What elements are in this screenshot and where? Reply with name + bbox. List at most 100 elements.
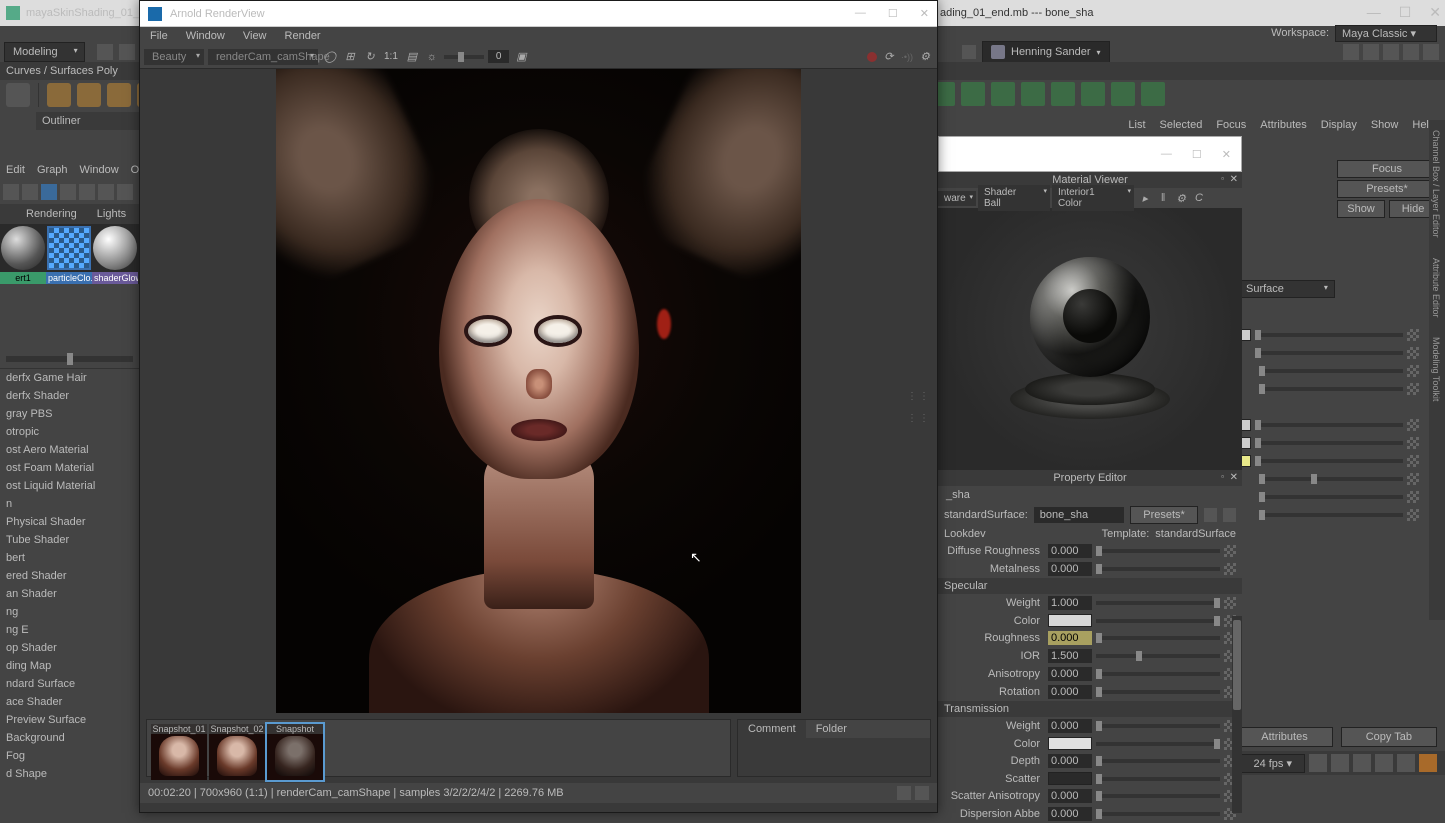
base-value-field[interactable]: 0.000 [1048, 544, 1092, 558]
fps-display[interactable]: 24 fps ▾ [1240, 754, 1305, 773]
swatch-size-slider[interactable] [6, 356, 133, 362]
hs-menu-edit[interactable]: Edit [6, 164, 25, 176]
attr-slider-3[interactable] [1259, 369, 1403, 373]
toolbar-icon-2[interactable] [1363, 44, 1379, 60]
attr-menu-focus[interactable]: Focus [1216, 119, 1246, 131]
edit-icon-3[interactable] [961, 82, 985, 106]
specular-value-field[interactable]: 0.000 [1048, 667, 1092, 681]
base-slider[interactable] [1096, 567, 1220, 571]
specular-slider[interactable] [1096, 636, 1220, 640]
timeline-icon-4[interactable] [1375, 754, 1393, 772]
material-list-item[interactable]: Preview Surface [0, 711, 139, 729]
material-list-item[interactable]: an Shader [0, 585, 139, 603]
material-list-item[interactable]: bert [0, 549, 139, 567]
swatch-shaderglow[interactable]: shaderGlow1 [92, 224, 138, 284]
maya-close-button[interactable]: ✕ [1429, 4, 1441, 21]
focus-button[interactable]: Focus [1337, 160, 1437, 178]
hs-tab-lights[interactable]: Lights [97, 208, 126, 220]
arv-titlebar[interactable]: Arnold RenderView — ☐ ✕ [140, 1, 937, 27]
map-button-4[interactable] [1407, 383, 1419, 395]
map-button-5[interactable] [1407, 419, 1419, 431]
arv-menu-render[interactable]: Render [285, 30, 321, 42]
attr-slider-4[interactable] [1259, 387, 1403, 391]
arv-status-dd-icon[interactable] [915, 786, 929, 800]
mv-popout-icon[interactable]: ▫ [1221, 174, 1224, 183]
specular-value-field[interactable]: 0.000 [1048, 685, 1092, 699]
maya-minimize-button[interactable]: — [1367, 4, 1381, 21]
edit-icon-6[interactable] [1051, 82, 1075, 106]
base-value-field[interactable]: 0.000 [1048, 562, 1092, 576]
swatch-particlecloud[interactable]: particleClo... [46, 224, 92, 284]
arv-pick-icon[interactable]: ▤ [404, 49, 420, 65]
user-dropdown[interactable]: Henning Sander ▾ [982, 41, 1110, 63]
transmission-value-field[interactable]: 0.000 [1048, 807, 1092, 821]
arv-menu-file[interactable]: File [150, 30, 168, 42]
material-list-item[interactable]: Fog [0, 747, 139, 765]
shelf-primitive-3-icon[interactable] [107, 83, 131, 107]
presets-button[interactable]: Presets* [1337, 180, 1437, 198]
material-list-item[interactable]: Tube Shader [0, 531, 139, 549]
edit-icon-4[interactable] [991, 82, 1015, 106]
material-list-item[interactable]: ding Map [0, 657, 139, 675]
mv-geometry-dropdown[interactable]: Shader Ball [978, 185, 1050, 211]
edit-icon-5[interactable] [1021, 82, 1045, 106]
arv-aov-dropdown[interactable]: Beauty [144, 49, 204, 65]
fw-maximize-button[interactable]: ☐ [1192, 148, 1202, 161]
attr-slider-10[interactable] [1259, 513, 1403, 517]
toolbar-icon-4[interactable] [1403, 44, 1419, 60]
arv-menu-window[interactable]: Window [186, 30, 225, 42]
specular-section-header[interactable]: Specular [938, 578, 1242, 594]
attr-slider-5[interactable] [1255, 423, 1403, 427]
arv-refresh-icon[interactable]: ↻ [362, 49, 378, 65]
arv-ratio[interactable]: 1:1 [382, 51, 400, 62]
transmission-value-field[interactable]: 0.000 [1048, 719, 1092, 733]
timeline-icon-3[interactable] [1353, 754, 1371, 772]
specular-slider[interactable] [1096, 619, 1220, 623]
arv-maximize-button[interactable]: ☐ [888, 7, 898, 20]
pe-presets-button[interactable]: Presets* [1130, 506, 1198, 524]
transmission-color-swatch[interactable] [1048, 737, 1092, 750]
arv-camera-dropdown[interactable]: renderCam_camShape [208, 49, 318, 65]
edit-icon-9[interactable] [1141, 82, 1165, 106]
base-map-button[interactable] [1224, 545, 1236, 557]
timeline-icon-2[interactable] [1331, 754, 1349, 772]
specular-color-swatch[interactable] [1048, 614, 1092, 627]
base-slider[interactable] [1096, 549, 1220, 553]
map-button-7[interactable] [1407, 455, 1419, 467]
attr-slider-7[interactable] [1255, 459, 1403, 463]
attributes-button[interactable]: Attributes [1236, 727, 1332, 747]
pe-icon-2[interactable] [1223, 508, 1236, 522]
hs-icon-3[interactable] [41, 184, 57, 200]
map-button-1[interactable] [1407, 329, 1419, 341]
transmission-slider[interactable] [1096, 724, 1220, 728]
specular-map-button[interactable] [1224, 597, 1236, 609]
transmission-section-header[interactable]: Transmission [938, 701, 1242, 717]
edit-icon-7[interactable] [1081, 82, 1105, 106]
attr-menu-list[interactable]: List [1128, 119, 1145, 131]
pe-icon-1[interactable] [1204, 508, 1217, 522]
attr-menu-show[interactable]: Show [1371, 119, 1399, 131]
snapshot-1[interactable]: Snapshot_01 [151, 724, 207, 780]
transmission-slider[interactable] [1096, 777, 1220, 781]
mv-refresh-icon[interactable]: C [1192, 191, 1206, 205]
transmission-value-field[interactable]: 0.000 [1048, 789, 1092, 803]
material-list-item[interactable]: derfx Shader [0, 387, 139, 405]
arv-loop-icon[interactable]: ⟳ [881, 49, 897, 65]
toolbar-icon-1[interactable] [1343, 44, 1359, 60]
base-map-button[interactable] [1224, 563, 1236, 575]
material-list-item[interactable]: ng [0, 603, 139, 621]
arv-exposure-slider[interactable] [444, 55, 484, 59]
arv-tab-folder[interactable]: Folder [806, 720, 857, 738]
material-list-item[interactable]: derfx Game Hair [0, 369, 139, 387]
arv-colorpick-icon[interactable]: ☼ [424, 49, 440, 65]
arv-crop-icon[interactable]: ⊞ [342, 49, 358, 65]
property-editor-scrollbar[interactable] [1232, 616, 1242, 813]
material-list-item[interactable]: gray PBS [0, 405, 139, 423]
timeline-key-icon[interactable] [1419, 754, 1437, 772]
material-list-item[interactable]: ost Foam Material [0, 459, 139, 477]
material-list-item[interactable]: ost Liquid Material [0, 477, 139, 495]
mv-settings-icon[interactable]: ⚙ [1174, 191, 1188, 205]
shelf-primitive-1-icon[interactable] [47, 83, 71, 107]
mv-hardware-dropdown[interactable]: ware [938, 191, 976, 206]
material-list-item[interactable]: Physical Shader [0, 513, 139, 531]
